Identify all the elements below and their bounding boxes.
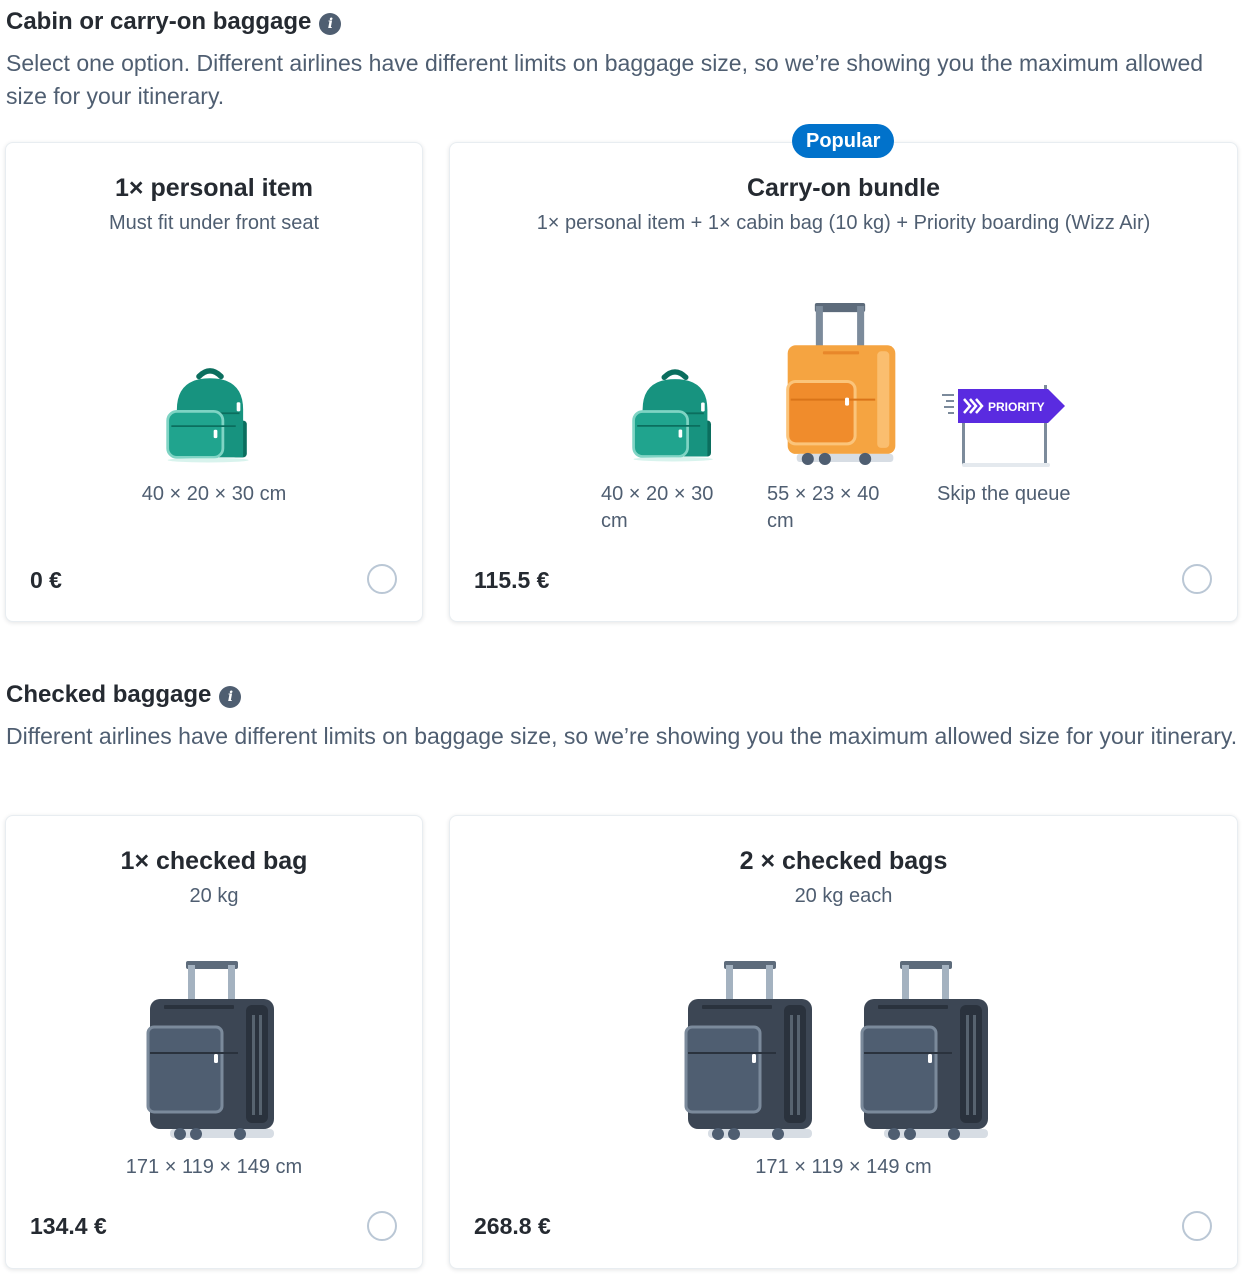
cabin-section-description: Select one option. Different airlines ha… xyxy=(6,50,1204,109)
cabin-section-title: Cabin or carry-on baggage i xyxy=(6,8,342,36)
option-card-one-checked-bag[interactable]: 1× checked bag 20 kg 171 × 119 × 149 cm … xyxy=(5,815,423,1269)
item-dimensions: 40 × 20 × 30 cm xyxy=(141,483,287,505)
option-title: 1× checked bag xyxy=(120,847,308,875)
option-subtitle: 20 kg xyxy=(189,885,239,907)
option-radio[interactable] xyxy=(367,1211,397,1241)
checked-section-title-text: Checked baggage xyxy=(6,681,212,708)
option-radio[interactable] xyxy=(1182,564,1212,594)
option-price: 268.8 € xyxy=(474,1213,551,1239)
item-dimensions: 40 × 20 × 30 cm xyxy=(601,483,714,532)
option-title: 2 × checked bags xyxy=(739,847,948,875)
option-radio[interactable] xyxy=(367,564,397,594)
info-icon[interactable]: i xyxy=(219,686,242,708)
item-dimensions: 171 × 119 × 149 cm xyxy=(125,1156,303,1178)
checked-suitcase-icon xyxy=(146,959,276,1141)
option-subtitle: 20 kg each xyxy=(794,885,893,907)
option-card-two-checked-bags[interactable]: 2 × checked bags 20 kg each 171 × 119 × … xyxy=(449,815,1238,1269)
info-icon[interactable]: i xyxy=(319,13,342,35)
option-card-carry-on-bundle[interactable]: Carry-on bundle 1× personal item + 1× ca… xyxy=(449,142,1238,622)
priority-sign-text: PRIORITY xyxy=(988,400,1045,414)
checked-section-description: Different airlines have different limits… xyxy=(6,723,1238,749)
item-dimensions: 171 × 119 × 149 cm xyxy=(755,1156,932,1178)
backpack-icon xyxy=(164,365,256,467)
option-title: 1× personal item xyxy=(115,174,313,202)
cabin-section-title-text: Cabin or carry-on baggage xyxy=(6,8,312,35)
checked-section-title: Checked baggage i xyxy=(6,681,242,709)
option-price: 0 € xyxy=(30,567,62,593)
item-dimensions: 55 × 23 × 40 cm xyxy=(767,483,880,532)
cabin-suitcase-icon xyxy=(786,301,896,467)
popular-badge: Popular xyxy=(792,124,895,158)
option-price: 134.4 € xyxy=(30,1213,107,1239)
item-label-skip-queue: Skip the queue xyxy=(937,483,1071,505)
option-subtitle: Must fit under front seat xyxy=(108,212,320,234)
option-price: 115.5 € xyxy=(474,567,550,593)
checked-suitcase-icon xyxy=(684,959,814,1141)
option-title: Carry-on bundle xyxy=(746,174,941,202)
option-card-personal-item[interactable]: 1× personal item Must fit under front se… xyxy=(5,142,423,622)
priority-sign-icon: PRIORITY xyxy=(942,385,1065,467)
checked-suitcase-icon xyxy=(860,959,990,1141)
option-subtitle: 1× personal item + 1× cabin bag (10 kg) … xyxy=(536,212,1151,234)
option-radio[interactable] xyxy=(1182,1211,1212,1241)
backpack-icon xyxy=(630,365,720,467)
